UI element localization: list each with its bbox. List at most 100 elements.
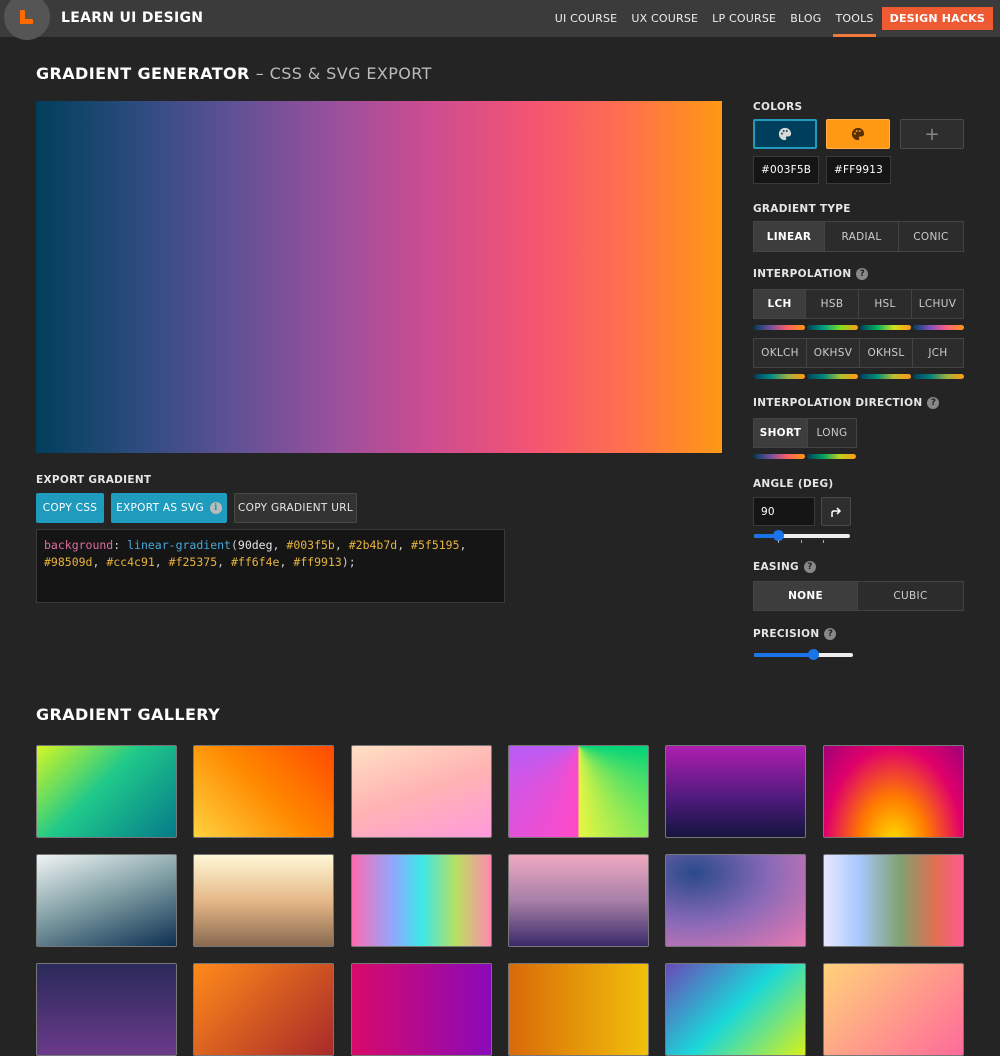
code-hex-value: #f25375 <box>168 555 218 569</box>
easing-none[interactable]: NONE <box>754 582 858 610</box>
gradient-preview <box>36 101 722 453</box>
palette-icon <box>778 127 792 141</box>
interp-hsl[interactable]: HSL <box>859 290 912 318</box>
code-hex-value: #003f5b <box>286 538 335 552</box>
interp-preview-okhsl <box>860 374 911 379</box>
gallery-tile[interactable] <box>823 745 964 838</box>
page-title-main: GRADIENT GENERATOR <box>36 64 250 83</box>
copy-css-label: COPY CSS <box>42 502 98 514</box>
easing-cubic[interactable]: CUBIC <box>858 582 963 610</box>
gradient-type-radial[interactable]: RADIAL <box>825 222 899 251</box>
gallery-tile[interactable] <box>508 963 649 1056</box>
interp-okhsv[interactable]: OKHSV <box>807 339 860 367</box>
interp-preview-lchuv <box>913 325 964 330</box>
nav-design-hacks[interactable]: DESIGN HACKS <box>881 7 993 30</box>
help-icon[interactable]: ? <box>824 628 837 640</box>
nav-lp-course[interactable]: LP COURSE <box>712 0 776 37</box>
easing-label-text: EASING <box>753 561 799 573</box>
css-code-output[interactable]: background: linear-gradient(90deg, #003f… <box>36 529 505 603</box>
code-hex-value: #98509d <box>44 555 93 569</box>
export-svg-button[interactable]: EXPORT AS SVG i <box>111 493 227 523</box>
gallery-tile[interactable] <box>36 963 177 1056</box>
rotate-angle-button[interactable] <box>821 497 851 526</box>
precision-slider-handle[interactable] <box>807 649 819 660</box>
gradient-gallery-title: GRADIENT GALLERY <box>36 705 221 724</box>
interp-hsb[interactable]: HSB <box>806 290 859 318</box>
info-icon[interactable]: i <box>209 502 222 514</box>
gallery-tile[interactable] <box>193 854 334 947</box>
direction-selector: SHORT LONG <box>753 418 857 448</box>
precision-label-text: PRECISION <box>753 628 820 640</box>
interp-lchuv[interactable]: LCHUV <box>912 290 963 318</box>
gallery-tile[interactable] <box>351 963 492 1056</box>
gallery-tile[interactable] <box>665 854 806 947</box>
rotate-arrow-icon <box>831 506 842 517</box>
copy-gradient-url-button[interactable]: COPY GRADIENT URL <box>234 493 357 523</box>
gradient-type-selector: LINEAR RADIAL CONIC <box>753 221 964 252</box>
interpolation-selector-row1: LCH HSB HSL LCHUV <box>753 289 964 319</box>
gallery-tile[interactable] <box>351 854 492 947</box>
interp-oklch[interactable]: OKLCH <box>754 339 807 367</box>
colors-label: COLORS <box>753 101 803 113</box>
interp-preview-hsb <box>807 325 858 330</box>
main-nav: UI COURSE UX COURSE LP COURSE BLOG TOOLS… <box>541 0 993 37</box>
code-hex-value: #5f5195 <box>411 538 460 552</box>
help-icon[interactable]: ? <box>803 561 816 573</box>
nav-blog[interactable]: BLOG <box>790 0 821 37</box>
interp-okhsl[interactable]: OKHSL <box>860 339 913 367</box>
code-hex-value: #cc4c91 <box>106 555 155 569</box>
gradient-type-conic[interactable]: CONIC <box>899 222 963 251</box>
angle-slider[interactable] <box>754 530 850 541</box>
gallery-tile[interactable] <box>36 745 177 838</box>
copy-css-button[interactable]: COPY CSS <box>36 493 104 523</box>
gradient-type-label: GRADIENT TYPE <box>753 203 851 215</box>
gallery-tile[interactable] <box>665 963 806 1056</box>
code-hex-value: #2b4b7d <box>348 538 398 552</box>
direction-short[interactable]: SHORT <box>754 419 808 447</box>
interp-jch[interactable]: JCH <box>913 339 963 367</box>
copy-url-label: COPY GRADIENT URL <box>238 502 353 514</box>
export-gradient-label: EXPORT GRADIENT <box>36 474 152 486</box>
easing-label: EASING? <box>753 561 816 573</box>
brand-name[interactable]: LEARN UI DESIGN <box>61 10 203 26</box>
gallery-tile[interactable] <box>665 745 806 838</box>
interp-preview-jch <box>913 374 964 379</box>
plus-icon: + <box>924 123 940 145</box>
color2-hex-field[interactable]: #FF9913 <box>826 156 891 184</box>
nav-ui-course[interactable]: UI COURSE <box>555 0 618 37</box>
gallery-tile[interactable] <box>193 963 334 1056</box>
color-swatch-2[interactable] <box>826 119 890 149</box>
interpolation-label: INTERPOLATION? <box>753 268 869 280</box>
logo-icon[interactable] <box>20 10 34 24</box>
precision-slider[interactable] <box>754 649 853 660</box>
top-navigation-bar: LEARN UI DESIGN UI COURSE UX COURSE LP C… <box>0 0 1000 40</box>
interpolation-direction-label: INTERPOLATION DIRECTION? <box>753 397 940 409</box>
angle-input[interactable]: 90 <box>753 497 815 526</box>
color1-hex-field[interactable]: #003F5B <box>753 156 820 184</box>
gallery-tile[interactable] <box>823 963 964 1056</box>
interpolation-direction-text: INTERPOLATION DIRECTION <box>753 397 923 409</box>
gradient-type-linear[interactable]: LINEAR <box>754 222 825 251</box>
precision-label: PRECISION? <box>753 628 837 640</box>
gallery-tile[interactable] <box>193 745 334 838</box>
nav-tools[interactable]: TOOLS <box>833 0 876 37</box>
nav-ux-course[interactable]: UX COURSE <box>631 0 698 37</box>
add-color-button[interactable]: + <box>900 119 964 149</box>
slider-tick <box>823 540 824 543</box>
code-angle: 90deg <box>237 538 273 552</box>
interp-lch[interactable]: LCH <box>754 290 806 318</box>
gallery-tile[interactable] <box>351 745 492 838</box>
direction-long[interactable]: LONG <box>808 419 856 447</box>
interp-preview-lch <box>754 325 805 330</box>
gallery-tile[interactable] <box>36 854 177 947</box>
slider-tick <box>778 540 779 543</box>
gallery-tile[interactable] <box>508 745 649 838</box>
gallery-tile[interactable] <box>823 854 964 947</box>
gallery-tile[interactable] <box>508 854 649 947</box>
help-icon[interactable]: ? <box>856 268 869 280</box>
palette-icon <box>851 127 865 141</box>
page-title: GRADIENT GENERATOR – CSS & SVG EXPORT <box>36 64 432 83</box>
color-swatch-1[interactable] <box>753 119 817 149</box>
help-icon[interactable]: ? <box>927 397 940 409</box>
direction-preview-long <box>807 454 856 459</box>
